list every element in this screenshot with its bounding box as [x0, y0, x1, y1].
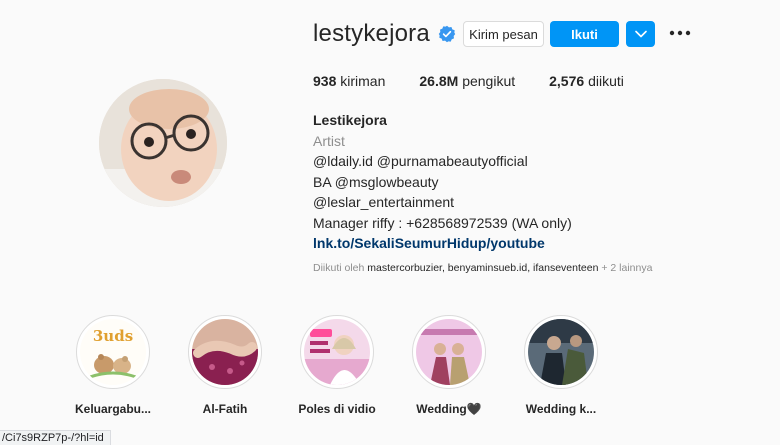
- following-label: diikuti: [588, 73, 624, 89]
- highlight-ring[interactable]: [188, 315, 262, 389]
- following-number: 2,576: [549, 73, 585, 89]
- highlight-item[interactable]: Poles di vidio: [292, 315, 382, 416]
- bio-line[interactable]: BA @msglowbeauty: [313, 172, 572, 193]
- category-label: Artist: [313, 132, 345, 149]
- full-name: Lestikejora: [313, 112, 387, 128]
- highlight-cover: 3uds: [80, 319, 146, 385]
- highlight-cover: [416, 319, 482, 385]
- posts-number: 938: [313, 73, 337, 89]
- highlight-label: Al-Fatih: [202, 402, 248, 416]
- verified-badge-icon: [438, 25, 456, 43]
- highlight-ring[interactable]: 3uds: [76, 315, 150, 389]
- highlight-ring[interactable]: [412, 315, 486, 389]
- highlight-ring[interactable]: [300, 315, 374, 389]
- highlight-label: Poles di vidio: [298, 402, 376, 416]
- highlight-item[interactable]: 3uds Keluargabu...: [68, 315, 158, 416]
- send-message-button[interactable]: Kirim pesan: [463, 21, 544, 47]
- username: lestykejora: [313, 20, 430, 47]
- svg-text:3uds: 3uds: [93, 327, 133, 345]
- bio-line[interactable]: @leslar_entertainment: [313, 192, 572, 213]
- highlight-item[interactable]: Wedding🖤: [404, 315, 494, 416]
- highlight-item[interactable]: Wedding k...: [516, 315, 606, 416]
- highlight-label: Wedding🖤: [416, 402, 482, 416]
- posts-label: kiriman: [340, 73, 386, 89]
- chevron-down-icon: [634, 30, 647, 38]
- profile-stats: 938 kiriman 26.8M pengikut 2,576 diikuti: [313, 73, 658, 89]
- follow-button[interactable]: Ikuti: [550, 21, 619, 47]
- followed-by-names[interactable]: mastercorbuzier, benyaminsueb.id, ifanse…: [367, 262, 598, 274]
- external-link[interactable]: lnk.to/SekaliSeumurHidup/youtube: [313, 233, 572, 254]
- bio-line[interactable]: @ldaily.id @purnamabeautyofficial: [313, 151, 572, 172]
- highlight-cover: [192, 319, 258, 385]
- more-options-icon[interactable]: [667, 23, 693, 43]
- followed-by[interactable]: Diikuti oleh mastercorbuzier, benyaminsu…: [313, 262, 652, 274]
- highlight-cover: [528, 319, 594, 385]
- status-bar-url: /Ci7s9RZP7p-/?hl=id: [0, 430, 111, 445]
- highlight-item[interactable]: Al-Fatih: [180, 315, 270, 416]
- suggestions-dropdown-button[interactable]: [626, 21, 655, 47]
- highlight-label: Wedding k...: [525, 402, 597, 416]
- posts-count: 938 kiriman: [313, 73, 385, 89]
- highlight-cover: [304, 319, 370, 385]
- followers-count[interactable]: 26.8M pengikut: [419, 73, 515, 89]
- highlight-label: Keluargabu...: [74, 402, 151, 416]
- followers-label: pengikut: [462, 73, 516, 89]
- highlight-ring[interactable]: [524, 315, 598, 389]
- profile-bio: Lestikejora Artist @ldaily.id @purnamabe…: [313, 110, 572, 254]
- bio-line: Manager riffy : +628568972539 (WA only): [313, 214, 572, 231]
- followed-by-suffix[interactable]: + 2 lainnya: [601, 262, 652, 274]
- profile-avatar[interactable]: [99, 79, 227, 207]
- following-count[interactable]: 2,576 diikuti: [549, 73, 624, 89]
- profile-header: lestykejora: [313, 20, 456, 48]
- followed-by-prefix: Diikuti oleh: [313, 262, 365, 274]
- followers-number: 26.8M: [419, 73, 459, 89]
